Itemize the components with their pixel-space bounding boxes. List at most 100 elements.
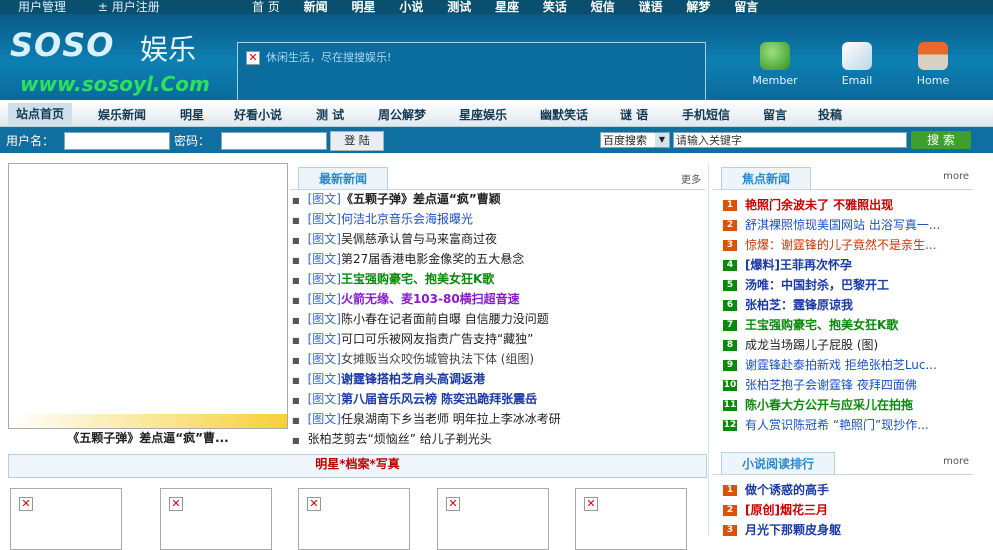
list-item[interactable]: 6 张柏芝：霆锋原谅我 [723, 295, 973, 315]
search-button[interactable]: 搜 索 [911, 131, 971, 149]
featured-photo-caption[interactable]: 《五颗子弹》差点逼“疯”曹... [8, 429, 288, 446]
star-thumbnail[interactable]: ✕ [10, 488, 122, 550]
menu-constellation[interactable]: 星座娱乐 [459, 106, 507, 123]
news-title[interactable]: 王宝强购豪宅、抱美女狂K歌 [341, 272, 494, 286]
menu-star[interactable]: 明星 [180, 106, 204, 123]
rank-title[interactable]: [爆料]王菲再次怀孕 [745, 258, 852, 272]
news-title[interactable]: 何洁北京音乐会海报曝光 [341, 212, 473, 226]
rank-title[interactable]: 陈小春大方公开与应采儿在拍拖 [745, 398, 913, 412]
site-logo[interactable]: SOSO 娱乐 www.sosoyl.Com [10, 22, 210, 96]
news-title[interactable]: 女摊贩当众咬伤城管执法下体 (组图) [341, 352, 534, 366]
top-nav-message[interactable]: 留言 [734, 0, 758, 15]
list-item[interactable]: 2 [原创]烟花三月 [723, 500, 973, 520]
news-tag[interactable]: [图文] [308, 312, 341, 326]
star-thumbnail[interactable]: ✕ [437, 488, 549, 550]
rank-title[interactable]: 舒淇裸照惊现美国网站 出浴写真一... [745, 218, 940, 232]
rank-title[interactable]: [原创]烟花三月 [745, 503, 828, 517]
list-item[interactable]: ■ [图文]谢霆锋搭柏芝肩头高调返港 [290, 369, 705, 389]
news-tag[interactable]: [图文] [308, 352, 341, 366]
menu-novel[interactable]: 好看小说 [234, 106, 282, 123]
latest-news-tab[interactable]: 最新新闻 [298, 167, 389, 190]
top-nav-constellation[interactable]: 星座 [495, 0, 519, 15]
top-nav-star[interactable]: 明星 [352, 0, 376, 15]
news-tag[interactable]: [图文] [308, 272, 341, 286]
focus-news-more[interactable]: more [943, 171, 969, 182]
news-tag[interactable]: [图文] [308, 292, 341, 306]
list-item[interactable]: 1 艳照门余波未了 不雅照出现 [723, 195, 973, 215]
member-link[interactable]: Member [750, 42, 800, 87]
news-tag[interactable]: [图文] [308, 252, 341, 266]
list-item[interactable]: ■ [图文]任泉湖南下乡当老师 明年拉上李冰冰考研 [290, 409, 705, 429]
news-title[interactable]: 陈小春在记者面前自曝 自信腰力没问题 [341, 312, 549, 326]
list-item[interactable]: 10 张柏芝抱子会谢霆锋 夜拜四面佛 [723, 375, 973, 395]
top-nav-sms[interactable]: 短信 [591, 0, 615, 15]
list-item[interactable]: ■ [图文]可口可乐被网友指责广告支持“藏独” [290, 329, 705, 349]
list-item[interactable]: 7 王宝强购豪宅、抱美女狂K歌 [723, 315, 973, 335]
list-item[interactable]: ■ [图文]第八届音乐风云榜 陈奕迅跪拜张震岳 [290, 389, 705, 409]
list-item[interactable]: 11 陈小春大方公开与应采儿在拍拖 [723, 395, 973, 415]
top-nav-joke[interactable]: 笑话 [543, 0, 567, 15]
user-manage-link[interactable]: 用户管理 [18, 0, 66, 14]
rank-title[interactable]: 惊爆：谢霆锋的儿子竟然不是亲生... [745, 238, 936, 252]
list-item[interactable]: 8 成龙当场踢儿子屁股 (图) [723, 335, 973, 355]
rank-title[interactable]: 汤唯：中国封杀，巴黎开工 [745, 278, 889, 292]
list-item[interactable]: ■ [图文]《五颗子弹》差点逼“疯”曹颖 [290, 189, 705, 209]
top-nav-news[interactable]: 新闻 [304, 0, 328, 15]
menu-sms[interactable]: 手机短信 [682, 106, 730, 123]
list-item[interactable]: 5 汤唯：中国封杀，巴黎开工 [723, 275, 973, 295]
news-title[interactable]: 《五颗子弹》差点逼“疯”曹颖 [341, 192, 501, 206]
list-item[interactable]: ■ [图文]何洁北京音乐会海报曝光 [290, 209, 705, 229]
news-tag[interactable]: [图文] [308, 212, 341, 226]
home-link[interactable]: Home [908, 42, 958, 87]
rank-title[interactable]: 张柏芝抱子会谢霆锋 夜拜四面佛 [745, 378, 917, 392]
list-item[interactable]: ■ [图文]王宝强购豪宅、抱美女狂K歌 [290, 269, 705, 289]
news-title[interactable]: 可口可乐被网友指责广告支持“藏独” [341, 332, 533, 346]
news-title[interactable]: 第27届香港电影金像奖的五大悬念 [341, 252, 524, 266]
news-tag[interactable]: [图文] [308, 192, 341, 206]
list-item[interactable]: ■ [图文]火箭无缘、麦103-80横扫超音速 [290, 289, 705, 309]
novel-rank-more[interactable]: more [943, 456, 969, 467]
top-nav-dream[interactable]: 解梦 [686, 0, 710, 15]
email-link[interactable]: Email [832, 42, 882, 87]
news-title[interactable]: 谢霆锋搭柏芝肩头高调返港 [341, 372, 485, 386]
star-thumbnail[interactable]: ✕ [160, 488, 272, 550]
list-item[interactable]: 3 惊爆：谢霆锋的儿子竟然不是亲生... [723, 235, 973, 255]
menu-dream[interactable]: 周公解梦 [378, 106, 426, 123]
list-item[interactable]: 4 [爆料]王菲再次怀孕 [723, 255, 973, 275]
list-item[interactable]: ■ [图文]女摊贩当众咬伤城管执法下体 (组图) [290, 349, 705, 369]
list-item[interactable]: 2 舒淇裸照惊现美国网站 出浴写真一... [723, 215, 973, 235]
list-item[interactable]: ■ [图文]陈小春在记者面前自曝 自信腰力没问题 [290, 309, 705, 329]
news-tag[interactable]: [图文] [308, 372, 341, 386]
password-input[interactable] [221, 132, 327, 150]
top-nav-home[interactable]: 首 页 [252, 0, 280, 15]
focus-news-tab[interactable]: 焦点新闻 [721, 167, 812, 190]
latest-news-more[interactable]: 更多 [681, 171, 701, 186]
news-title[interactable]: 张柏芝剪去“烦恼丝” 给儿子剃光头 [308, 432, 492, 446]
menu-message[interactable]: 留言 [763, 106, 787, 123]
menu-joke[interactable]: 幽默笑话 [540, 106, 588, 123]
list-item[interactable]: ■ 张柏芝剪去“烦恼丝” 给儿子剃光头 [290, 429, 705, 449]
list-item[interactable]: ■ [图文]吴佩慈承认曾与马来富商过夜 [290, 229, 705, 249]
rank-title[interactable]: 成龙当场踢儿子屁股 (图) [745, 338, 878, 352]
menu-news[interactable]: 娱乐新闻 [98, 106, 146, 123]
news-title[interactable]: 吴佩慈承认曾与马来富商过夜 [341, 232, 497, 246]
top-nav-riddle[interactable]: 谜语 [639, 0, 663, 15]
list-item[interactable]: 1 做个诱惑的高手 [723, 480, 973, 500]
menu-test[interactable]: 测 试 [316, 106, 344, 123]
top-nav-test[interactable]: 测试 [447, 0, 471, 15]
top-nav-novel[interactable]: 小说 [399, 0, 423, 15]
star-thumbnail[interactable]: ✕ [298, 488, 410, 550]
list-item[interactable]: 3 月光下那颗皮身躯 [723, 520, 973, 540]
login-button[interactable]: 登 陆 [330, 131, 384, 151]
username-input[interactable] [64, 132, 170, 150]
list-item[interactable]: ■ [图文]第27届香港电影金像奖的五大悬念 [290, 249, 705, 269]
news-tag[interactable]: [图文] [308, 232, 341, 246]
rank-title[interactable]: 月光下那颗皮身躯 [745, 523, 841, 537]
rank-title[interactable]: 张柏芝：霆锋原谅我 [745, 298, 853, 312]
news-title[interactable]: 火箭无缘、麦103-80横扫超音速 [341, 292, 520, 306]
menu-riddle[interactable]: 谜 语 [620, 106, 648, 123]
search-engine-select[interactable]: 百度搜索 ▼ [600, 132, 670, 148]
news-title[interactable]: 第八届音乐风云榜 陈奕迅跪拜张震岳 [341, 392, 537, 406]
rank-title[interactable]: 有人赏识陈冠希 “艳照门”现抄作... [745, 418, 929, 432]
list-item[interactable]: 9 谢霆锋赴泰拍新戏 拒绝张柏芝Luc... [723, 355, 973, 375]
